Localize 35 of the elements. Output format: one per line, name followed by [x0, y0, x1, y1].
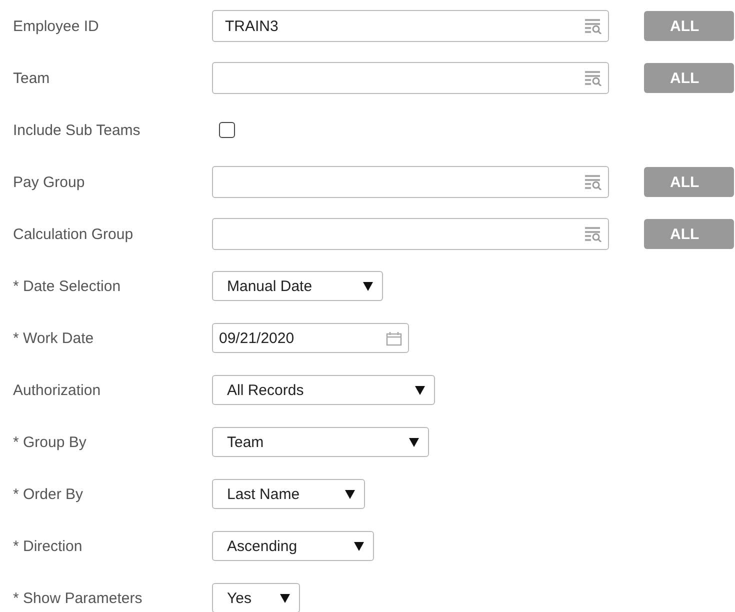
caret-icon: [363, 282, 373, 290]
field-label: * Date Selection: [12, 278, 122, 294]
field-label: Employee ID: [12, 18, 100, 34]
calendar-icon[interactable]: [386, 330, 402, 346]
date-field[interactable]: 09/21/2020: [212, 323, 409, 353]
field-label: Team: [12, 70, 51, 86]
caret-icon: [280, 594, 290, 602]
caret-icon: [409, 438, 419, 446]
field-label: * Show Parameters: [12, 590, 144, 606]
dropdown[interactable]: All Records: [212, 375, 435, 405]
caret-icon: [415, 386, 425, 394]
dropdown[interactable]: Manual Date: [212, 271, 383, 301]
dropdown[interactable]: Last Name: [212, 479, 365, 509]
field-label: Calculation Group: [12, 226, 134, 242]
field-label: * Order By: [12, 486, 84, 502]
field-label: * Direction: [12, 538, 84, 554]
lookup-field[interactable]: [212, 218, 609, 250]
caret-icon: [354, 542, 364, 550]
dropdown[interactable]: Yes: [212, 583, 300, 612]
field-label: Pay Group: [12, 174, 86, 190]
field-label: * Group By: [12, 434, 88, 450]
search-list-icon[interactable]: [585, 18, 602, 34]
search-list-icon[interactable]: [585, 226, 602, 242]
checkbox[interactable]: [219, 122, 235, 138]
lookup-field[interactable]: [212, 166, 609, 198]
field-label: Include Sub Teams: [12, 122, 142, 138]
search-list-icon[interactable]: [585, 174, 602, 190]
dropdown[interactable]: Team: [212, 427, 429, 457]
field-label: Authorization: [12, 382, 102, 398]
lookup-field[interactable]: [212, 62, 609, 94]
field-label: * Work Date: [12, 330, 95, 346]
search-list-icon[interactable]: [585, 70, 602, 86]
dropdown[interactable]: Ascending: [212, 531, 374, 561]
caret-icon: [345, 490, 355, 498]
lookup-field[interactable]: TRAIN3: [212, 10, 609, 42]
